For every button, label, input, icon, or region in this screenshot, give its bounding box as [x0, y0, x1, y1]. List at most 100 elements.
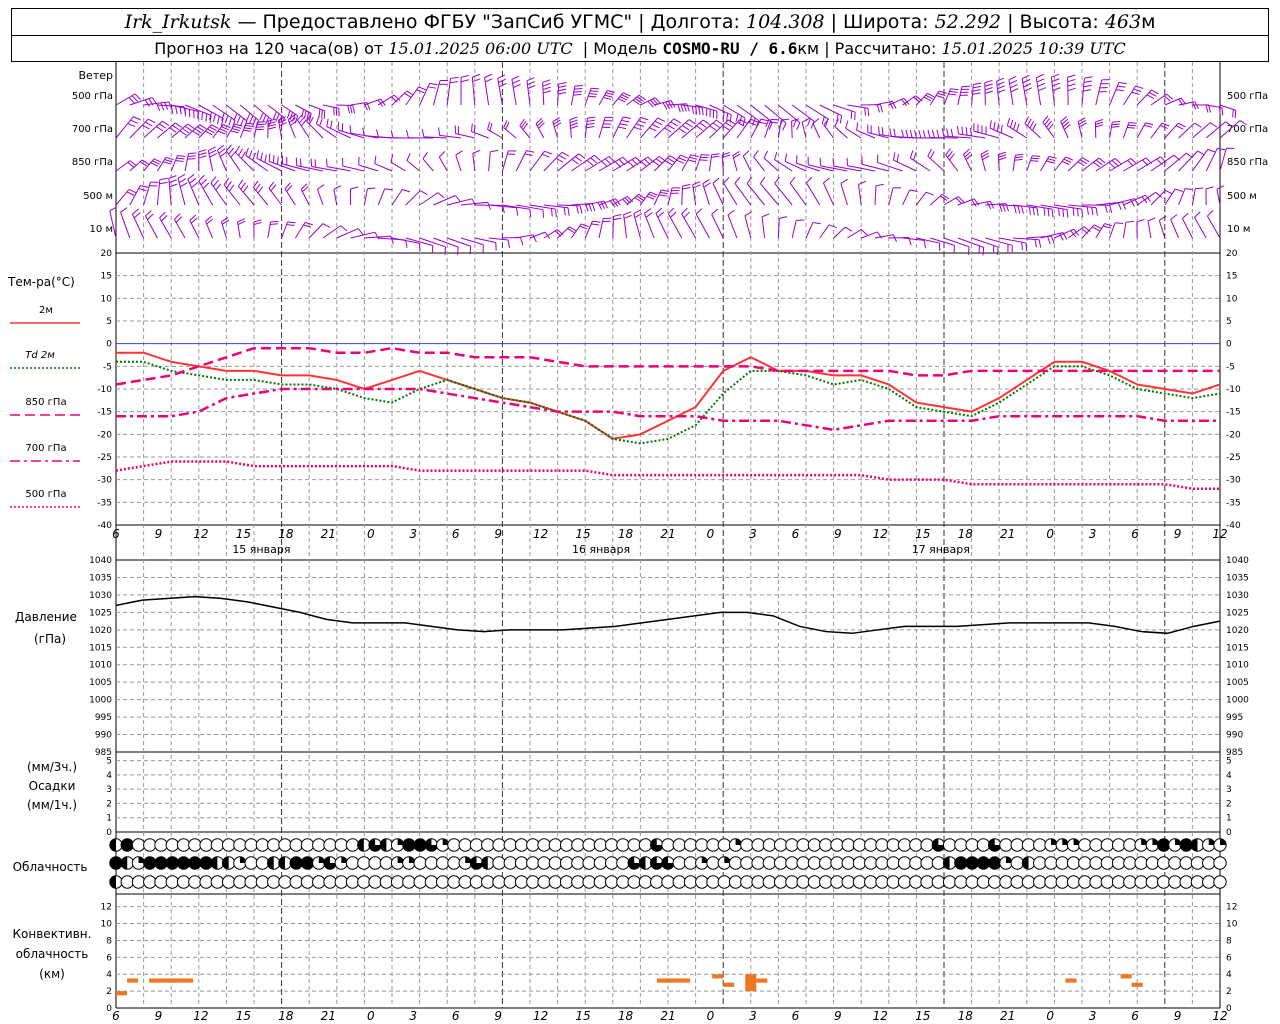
wind-barb-staff [760, 183, 779, 206]
hour-tick-label-bottom: 12 [533, 1009, 548, 1023]
wind-barb-feather [127, 123, 136, 128]
wind-barb-feather [330, 120, 333, 129]
temp-tick-left: 20 [101, 249, 113, 259]
wind-barb-staff [916, 191, 927, 206]
temp-tick-right: -40 [1226, 521, 1241, 531]
cloud-cover-symbol [1179, 875, 1193, 889]
wind-barb-staff [723, 182, 738, 206]
meteogram: Ветер 500 гПа 500 гПа 700 гПа 700 гПа 850 гПа… [7, 62, 1268, 1023]
cloud-circle [334, 875, 349, 889]
cloud-fill-full [402, 838, 416, 852]
wind-barb-feather [699, 122, 707, 128]
wind-barb-feather [989, 120, 992, 129]
temp-tick-left: 15 [101, 272, 112, 282]
conv-cloud-bar [1131, 982, 1143, 987]
cloud-circle [604, 838, 619, 852]
cloud-circle [458, 838, 472, 852]
wind-barb-feather [240, 182, 246, 190]
cloud-cover-symbol [526, 875, 540, 889]
temp-tick-right: -20 [1226, 430, 1241, 440]
cloud-cover-symbol [1168, 856, 1182, 870]
wind-barb-staff [791, 220, 797, 239]
wind-barb-feather [1130, 158, 1137, 165]
wind-barb-feather [367, 187, 376, 190]
cloud-cover-symbol [830, 856, 844, 870]
cloud-cover-symbol [728, 875, 743, 889]
cloud-circle [1134, 856, 1148, 870]
cloud-circle [773, 875, 788, 889]
wind-barb-feather [984, 83, 993, 87]
cloud-circle [785, 838, 799, 852]
temp-tick-left: 10 [101, 294, 113, 304]
wind-barb-feather [168, 175, 177, 179]
wind-barb-feather [655, 207, 663, 214]
cloud-cover-symbol [796, 875, 810, 889]
wind-barb-feather [677, 104, 681, 113]
hour-tick-label-bottom: 21 [321, 1009, 336, 1023]
cloud-cover-symbol [176, 875, 191, 889]
wind-barb-feather [608, 156, 616, 163]
cloud-cover-symbol [334, 838, 349, 852]
wind-barb-feather [839, 115, 843, 124]
hour-tick-label-bottom: 15 [915, 1009, 930, 1023]
conv-tick-right: 0 [1226, 1004, 1232, 1014]
cloud-cover-symbol [773, 838, 788, 852]
hour-tick-label-bottom: 9 [834, 1009, 842, 1023]
cloud-cover-symbol [300, 838, 315, 852]
wind-barb-feather [1093, 161, 1101, 168]
wind-barb-feather [1221, 107, 1224, 116]
conv-cloud-bar [116, 991, 128, 996]
cloud-circle [1213, 856, 1227, 870]
cloud-cover-symbol [1089, 838, 1103, 852]
wind-barb-feather [253, 219, 262, 223]
cloud-circle [819, 856, 833, 870]
cloud-fill-quarter [1220, 838, 1227, 845]
cloud-cover-symbol [109, 838, 123, 852]
cloud-cover-symbol [447, 856, 461, 870]
wind-barb-feather [253, 221, 262, 226]
wind-barb-feather [515, 207, 519, 216]
cloud-cover-symbol [143, 856, 157, 870]
wind-barb-feather [384, 188, 393, 191]
hour-tick-label: 0 [367, 527, 375, 541]
cloud-cover-symbol [278, 875, 292, 889]
cloud-cover-symbol [267, 856, 281, 870]
cloud-cover-symbol [785, 838, 799, 852]
wind-barb-feather [845, 120, 849, 129]
cloud-cover-symbol [638, 856, 653, 870]
temp-tick-left: -35 [97, 498, 112, 508]
wind-barb-feather [233, 125, 242, 129]
wind-barb-feather [796, 122, 801, 131]
cloud-fill-full [188, 856, 202, 870]
wind-barb-feather [187, 155, 196, 157]
wind-barb-feather [860, 229, 868, 236]
cloud-cover-symbol [143, 838, 157, 852]
temp-tick-right: -5 [1226, 362, 1235, 372]
wind-barb-feather [219, 151, 227, 158]
cloud-cover-symbol [638, 875, 653, 889]
wind-barb-feather [244, 127, 253, 130]
cloud-circle [435, 856, 450, 870]
wind-barb-feather [673, 118, 681, 124]
cloud-cover-symbol [402, 875, 416, 889]
cloud-cover-symbol [188, 875, 202, 889]
wind-barb-feather [169, 179, 177, 184]
wind-barb-feather [1009, 119, 1014, 128]
cloud-cover-symbol [244, 875, 258, 889]
pressure-tick-left: 1000 [89, 696, 112, 706]
cloud-circle [559, 875, 574, 889]
wind-barb-feather [298, 116, 305, 124]
wind-barb-staff [774, 183, 793, 206]
cloud-circle [886, 856, 901, 870]
cloud-circle [897, 875, 912, 889]
wind-barb-feather [588, 203, 592, 212]
wind-barb-feather [1051, 73, 1060, 78]
wind-barb-feather [972, 89, 981, 92]
cloud-circle [379, 856, 394, 870]
wind-barb-staff [789, 182, 807, 206]
cloud-circle [920, 838, 934, 852]
wind-barb-feather [698, 106, 701, 115]
wind-barb-feather [189, 178, 197, 184]
cloud-cover-symbol [368, 838, 382, 852]
wind-barb-feather [709, 125, 717, 131]
